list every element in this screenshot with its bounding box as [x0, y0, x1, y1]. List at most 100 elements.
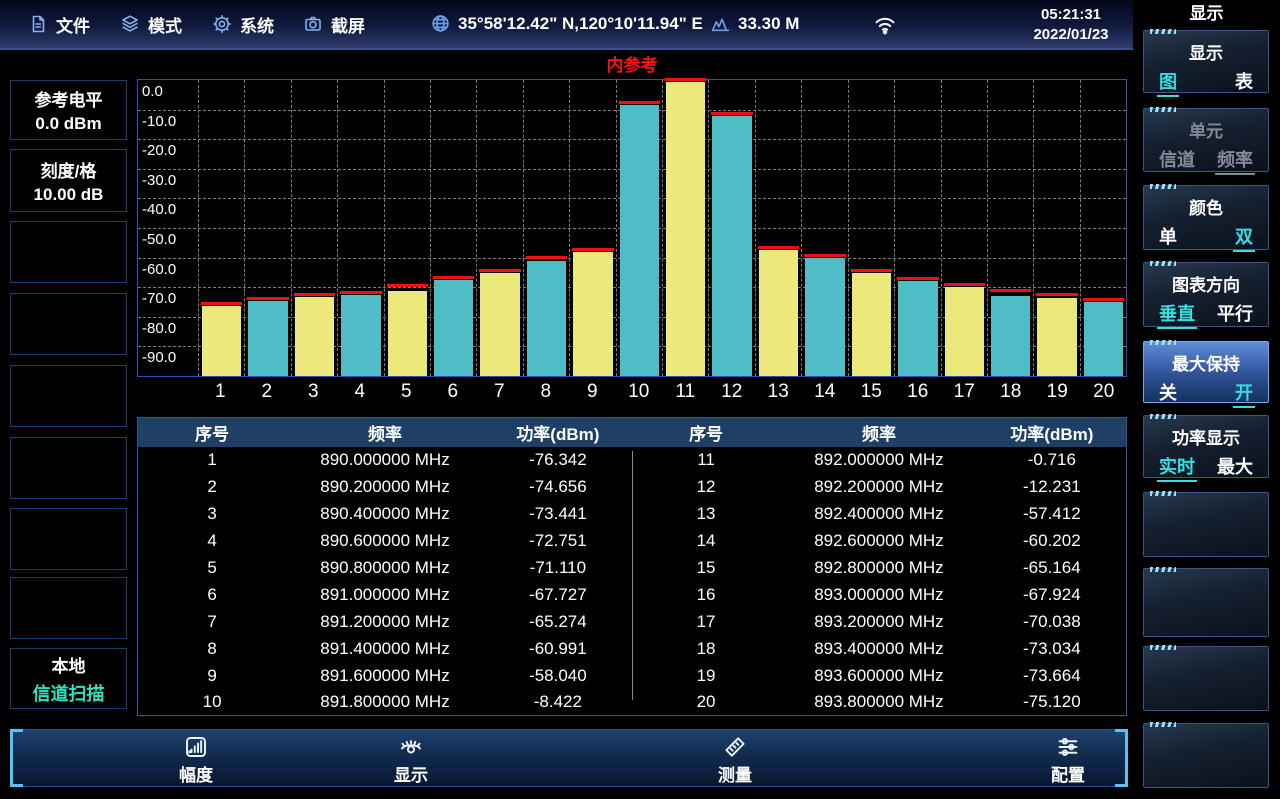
cell-frequency: 891.200000 MHz [286, 612, 484, 632]
left-softkey-1[interactable]: 参考电平0.0 dBm [10, 80, 127, 140]
gear-icon [212, 14, 232, 34]
cell-frequency: 890.200000 MHz [286, 477, 484, 497]
chart-column [662, 80, 708, 376]
x-axis-tick-label: 20 [1081, 381, 1128, 407]
softkey-title: 显示 [1144, 39, 1268, 64]
x-axis-tick-label: 16 [895, 381, 942, 407]
softkey-3[interactable]: 颜色单双 [1143, 185, 1269, 250]
chart-title: 内参考 [137, 51, 1127, 75]
bottom-menu-3[interactable]: 测量 [718, 735, 752, 786]
coordinates-text: 35°58'12.42" N,120°10'11.94" E [458, 14, 703, 34]
left-softkey-empty-4 [10, 293, 127, 355]
eye-icon [399, 735, 423, 759]
softkey-option[interactable]: 开 [1233, 379, 1255, 408]
bar-8 [527, 261, 566, 376]
left-softkey-9[interactable]: 本地信道扫描 [10, 648, 127, 709]
cell-frequency: 891.400000 MHz [286, 639, 484, 659]
softkey-2[interactable]: 单元信道频率 [1143, 108, 1269, 172]
cell-power: -76.342 [484, 450, 632, 470]
cell-power: -73.664 [978, 666, 1126, 686]
cell-index: 12 [632, 477, 780, 497]
camera-icon [303, 14, 323, 34]
cell-power: -58.040 [484, 666, 632, 686]
softkey-option[interactable]: 垂直 [1157, 300, 1197, 329]
table-header-cell: 频率 [780, 420, 978, 445]
cell-frequency: 893.000000 MHz [780, 585, 978, 605]
corner-stripes-decoration [1150, 645, 1176, 650]
softkey-4[interactable]: 图表方向垂直平行 [1143, 262, 1269, 327]
softkey-option[interactable]: 信道 [1157, 146, 1197, 175]
bottom-menu-label: 测量 [718, 761, 752, 786]
softkey-option[interactable]: 平行 [1215, 300, 1255, 329]
menu-item-2[interactable]: 模式 [120, 0, 182, 48]
softkey-option[interactable]: 双 [1233, 223, 1255, 252]
cell-index: 16 [632, 585, 780, 605]
bar-5 [388, 291, 427, 377]
y-axis-tick-label: -90.0 [142, 349, 176, 366]
corner-stripes-decoration [1150, 722, 1176, 727]
x-axis-tick-label: 3 [290, 381, 337, 407]
bottom-menu-1[interactable]: 幅度 [179, 735, 213, 786]
wifi-icon [872, 11, 898, 37]
cell-frequency: 890.800000 MHz [286, 558, 484, 578]
softkey-options: 信道频率 [1144, 142, 1268, 175]
softkey-option[interactable]: 单 [1157, 223, 1179, 252]
softkey-option[interactable]: 关 [1157, 379, 1179, 408]
cell-frequency: 893.600000 MHz [780, 666, 978, 686]
left-softkey-title: 本地 [11, 652, 126, 677]
bottom-menu-2[interactable]: 显示 [394, 735, 428, 786]
x-axis-tick-label: 1 [197, 381, 244, 407]
chart-column [244, 80, 290, 376]
corner-stripes-decoration [1150, 491, 1176, 496]
left-bracket-decoration [10, 729, 23, 787]
softkey-option[interactable]: 图 [1157, 68, 1179, 97]
measurement-table: 序号频率功率(dBm)序号频率功率(dBm) 1890.000000 MHz-7… [137, 417, 1127, 716]
softkey-option[interactable]: 表 [1233, 68, 1255, 97]
softkey-6[interactable]: 功率显示实时最大 [1143, 415, 1269, 478]
left-softkey-title: 参考电平 [11, 86, 126, 111]
bar-6 [434, 280, 473, 376]
table-column-divider [632, 451, 633, 700]
right-panel: 显示 显示图表单元信道频率颜色单双图表方向垂直平行最大保持关开功率显示实时最大 [1133, 0, 1280, 799]
menu-item-3[interactable]: 系统 [212, 0, 274, 48]
time-text: 05:21:31 [1015, 5, 1127, 25]
bottom-menu-4[interactable]: 配置 [1051, 735, 1085, 786]
x-axis-tick-label: 2 [244, 381, 291, 407]
max-hold-cap [619, 101, 660, 104]
softkey-1[interactable]: 显示图表 [1143, 30, 1269, 93]
x-axis-tick-label: 6 [430, 381, 477, 407]
left-softkey-2[interactable]: 刻度/格10.00 dB [10, 149, 127, 212]
max-hold-cap [990, 289, 1031, 292]
bar-10 [620, 105, 659, 376]
softkey-5[interactable]: 最大保持关开 [1143, 341, 1269, 403]
softkey-title: 功率显示 [1144, 424, 1268, 449]
max-hold-cap [526, 256, 567, 259]
menu-item-4[interactable]: 截屏 [303, 0, 365, 48]
left-softkey-title: 刻度/格 [11, 157, 126, 182]
cell-frequency: 892.600000 MHz [780, 531, 978, 551]
corner-stripes-decoration [1150, 29, 1176, 34]
left-softkey-empty-5 [10, 365, 127, 427]
cell-power: -67.727 [484, 585, 632, 605]
cell-frequency: 890.400000 MHz [286, 504, 484, 524]
chart-column [1033, 80, 1079, 376]
x-axis-tick-label: 18 [988, 381, 1035, 407]
max-hold-cap [340, 291, 381, 294]
max-hold-cap [897, 277, 938, 280]
bottom-menu-label: 配置 [1051, 761, 1085, 786]
max-hold-cap [758, 246, 799, 249]
softkey-option[interactable]: 实时 [1157, 453, 1197, 482]
x-axis-tick-label: 4 [337, 381, 384, 407]
softkey-title: 最大保持 [1144, 350, 1268, 375]
left-softkey-value: 信道扫描 [11, 680, 126, 706]
softkey-option[interactable]: 最大 [1215, 453, 1255, 482]
menu-item-1[interactable]: 文件 [28, 0, 90, 48]
y-axis-tick-label: -70.0 [142, 290, 176, 307]
softkey-option[interactable]: 频率 [1215, 146, 1255, 175]
corner-stripes-decoration [1150, 184, 1176, 189]
chart-column [987, 80, 1033, 376]
max-hold-cap [1083, 298, 1124, 301]
softkey-empty-8 [1143, 568, 1269, 637]
bar-18 [991, 296, 1030, 376]
cell-power: -65.274 [484, 612, 632, 632]
